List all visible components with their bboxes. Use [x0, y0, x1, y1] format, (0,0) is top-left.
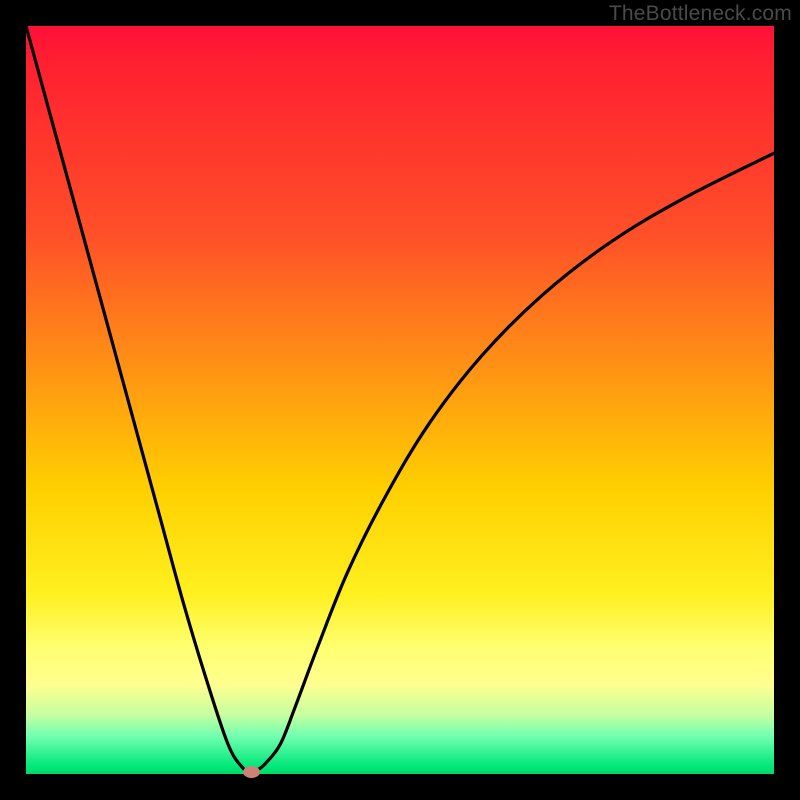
plot-gradient-area: [26, 26, 774, 774]
optimum-marker: [243, 766, 260, 778]
chart-frame: TheBottleneck.com: [0, 0, 800, 800]
watermark-text: TheBottleneck.com: [609, 2, 792, 26]
